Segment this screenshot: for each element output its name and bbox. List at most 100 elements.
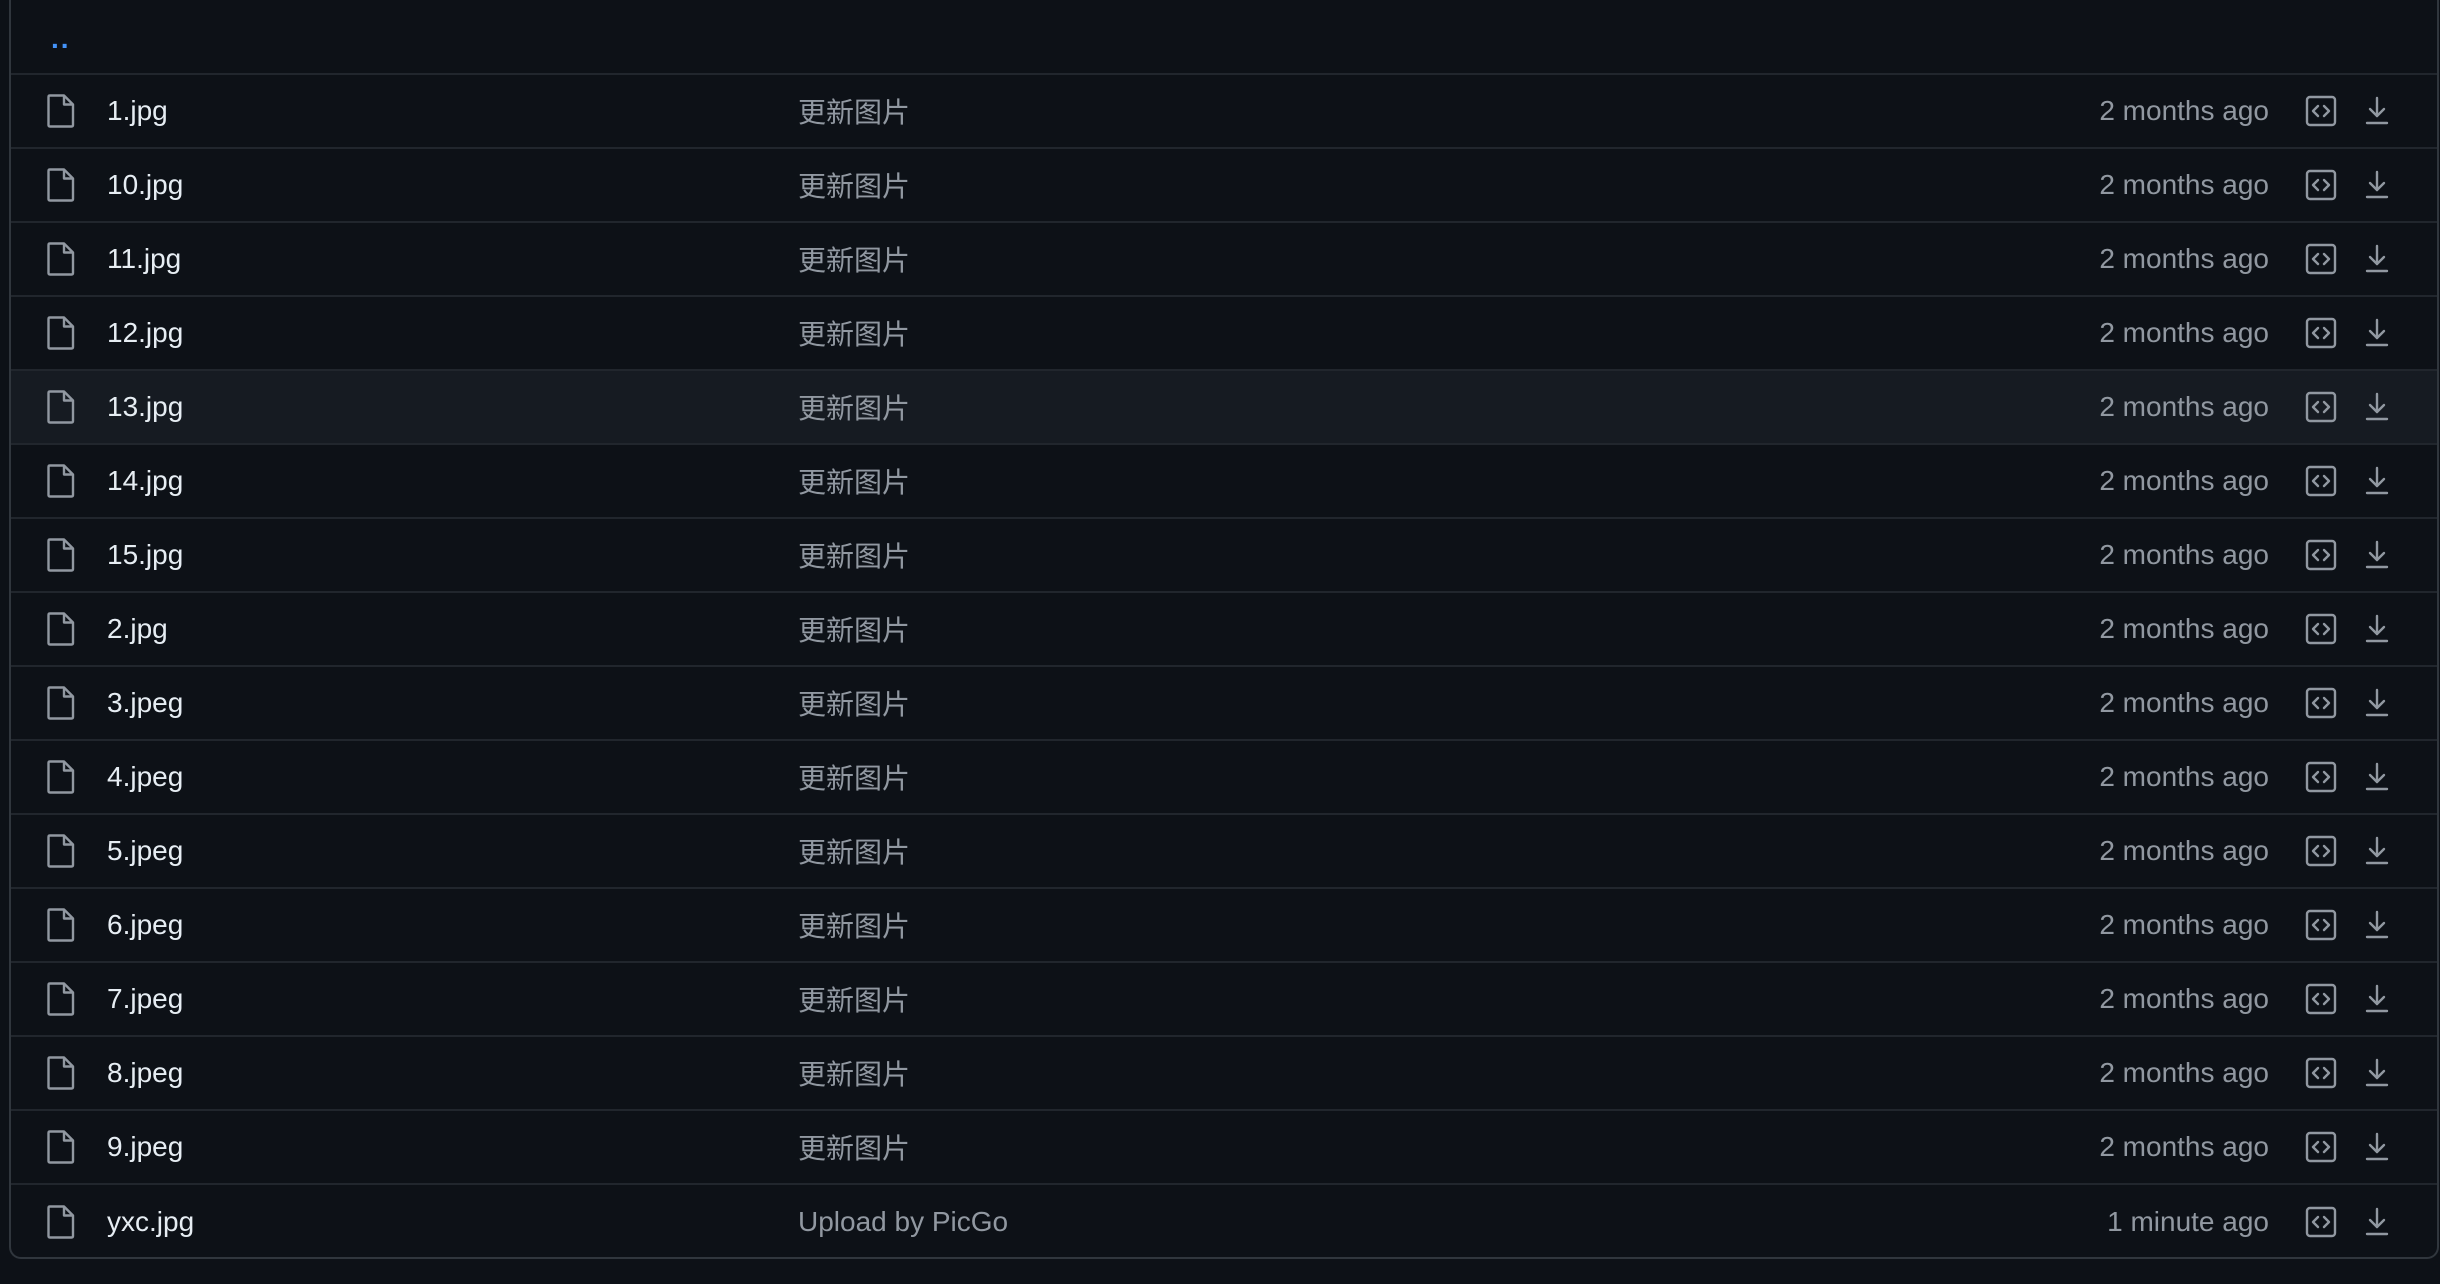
file-name-link[interactable]: 6.jpeg (107, 909, 183, 941)
view-code-button[interactable] (2301, 387, 2341, 427)
file-row[interactable]: 6.jpeg 更新图片 2 months ago (11, 889, 2437, 963)
view-code-button[interactable] (2301, 1053, 2341, 1093)
file-icon (45, 390, 75, 424)
commit-message-link[interactable]: 更新图片 (798, 535, 910, 575)
commit-message-link[interactable]: 更新图片 (798, 165, 910, 205)
file-name-link[interactable]: 4.jpeg (107, 761, 183, 793)
file-row[interactable]: 2.jpg 更新图片 2 months ago (11, 593, 2437, 667)
file-row[interactable]: yxc.jpg Upload by PicGo 1 minute ago (11, 1185, 2437, 1257)
view-code-button[interactable] (2301, 831, 2341, 871)
file-name-link[interactable]: 10.jpg (107, 169, 183, 201)
view-code-button[interactable] (2301, 979, 2341, 1019)
download-button[interactable] (2357, 165, 2397, 205)
last-updated-time: 2 months ago (2099, 95, 2269, 126)
view-code-button[interactable] (2301, 535, 2341, 575)
download-button[interactable] (2357, 387, 2397, 427)
download-button[interactable] (2357, 905, 2397, 945)
file-name-link[interactable]: 9.jpeg (107, 1131, 183, 1163)
download-button[interactable] (2357, 461, 2397, 501)
download-button[interactable] (2357, 91, 2397, 131)
file-name-link[interactable]: 7.jpeg (107, 983, 183, 1015)
view-code-button[interactable] (2301, 461, 2341, 501)
file-name-link[interactable]: 8.jpeg (107, 1057, 183, 1089)
file-name-link[interactable]: yxc.jpg (107, 1206, 194, 1238)
view-code-button[interactable] (2301, 757, 2341, 797)
code-square-icon (2305, 835, 2337, 867)
download-button[interactable] (2357, 1127, 2397, 1167)
download-icon (2364, 466, 2390, 496)
download-button[interactable] (2357, 313, 2397, 353)
commit-message-link[interactable]: 更新图片 (798, 1127, 910, 1167)
commit-message-link[interactable]: 更新图片 (798, 757, 910, 797)
commit-message-link[interactable]: 更新图片 (798, 313, 910, 353)
code-square-icon (2305, 983, 2337, 1015)
commit-message-link[interactable]: Upload by PicGo (798, 1206, 1008, 1238)
code-square-icon (2305, 465, 2337, 497)
view-code-button[interactable] (2301, 239, 2341, 279)
file-name-link[interactable]: 1.jpg (107, 95, 168, 127)
file-name-link[interactable]: 2.jpg (107, 613, 168, 645)
download-button[interactable] (2357, 831, 2397, 871)
file-row[interactable]: 10.jpg 更新图片 2 months ago (11, 149, 2437, 223)
last-updated-time: 2 months ago (2099, 465, 2269, 496)
file-row[interactable]: 9.jpeg 更新图片 2 months ago (11, 1111, 2437, 1185)
download-button[interactable] (2357, 609, 2397, 649)
code-square-icon (2305, 95, 2337, 127)
parent-directory-link[interactable]: .. (51, 24, 71, 53)
download-icon (2364, 318, 2390, 348)
commit-message-link[interactable]: 更新图片 (798, 979, 910, 1019)
file-name-link[interactable]: 14.jpg (107, 465, 183, 497)
file-row[interactable]: 12.jpg 更新图片 2 months ago (11, 297, 2437, 371)
file-row[interactable]: 3.jpeg 更新图片 2 months ago (11, 667, 2437, 741)
file-icon (45, 1056, 75, 1090)
view-code-button[interactable] (2301, 91, 2341, 131)
commit-message-link[interactable]: 更新图片 (798, 461, 910, 501)
file-icon (45, 760, 75, 794)
code-square-icon (2305, 317, 2337, 349)
file-row[interactable]: 8.jpeg 更新图片 2 months ago (11, 1037, 2437, 1111)
file-name-link[interactable]: 12.jpg (107, 317, 183, 349)
download-button[interactable] (2357, 683, 2397, 723)
view-code-button[interactable] (2301, 165, 2341, 205)
file-name-link[interactable]: 5.jpeg (107, 835, 183, 867)
file-row[interactable]: 1.jpg 更新图片 2 months ago (11, 75, 2437, 149)
view-code-button[interactable] (2301, 609, 2341, 649)
file-row[interactable]: 4.jpeg 更新图片 2 months ago (11, 741, 2437, 815)
file-name-link[interactable]: 15.jpg (107, 539, 183, 571)
file-name-link[interactable]: 11.jpg (107, 243, 181, 275)
parent-directory-row[interactable]: .. (11, 0, 2437, 75)
download-button[interactable] (2357, 1053, 2397, 1093)
download-icon (2364, 762, 2390, 792)
file-name-link[interactable]: 3.jpeg (107, 687, 183, 719)
file-row[interactable]: 7.jpeg 更新图片 2 months ago (11, 963, 2437, 1037)
view-code-button[interactable] (2301, 1202, 2341, 1242)
download-button[interactable] (2357, 535, 2397, 575)
download-button[interactable] (2357, 757, 2397, 797)
file-row[interactable]: 14.jpg 更新图片 2 months ago (11, 445, 2437, 519)
download-icon (2364, 836, 2390, 866)
view-code-button[interactable] (2301, 1127, 2341, 1167)
commit-message-link[interactable]: 更新图片 (798, 1053, 910, 1093)
file-icon (45, 982, 75, 1016)
commit-message-link[interactable]: 更新图片 (798, 831, 910, 871)
commit-message-link[interactable]: 更新图片 (798, 239, 910, 279)
view-code-button[interactable] (2301, 683, 2341, 723)
code-square-icon (2305, 539, 2337, 571)
file-row[interactable]: 5.jpeg 更新图片 2 months ago (11, 815, 2437, 889)
file-row[interactable]: 13.jpg 更新图片 2 months ago (11, 371, 2437, 445)
view-code-button[interactable] (2301, 313, 2341, 353)
file-name-link[interactable]: 13.jpg (107, 391, 183, 423)
download-button[interactable] (2357, 1202, 2397, 1242)
commit-message-link[interactable]: 更新图片 (798, 387, 910, 427)
commit-message-link[interactable]: 更新图片 (798, 683, 910, 723)
download-icon (2364, 170, 2390, 200)
view-code-button[interactable] (2301, 905, 2341, 945)
file-row[interactable]: 11.jpg 更新图片 2 months ago (11, 223, 2437, 297)
commit-message-link[interactable]: 更新图片 (798, 609, 910, 649)
download-button[interactable] (2357, 239, 2397, 279)
last-updated-time: 2 months ago (2099, 613, 2269, 644)
commit-message-link[interactable]: 更新图片 (798, 91, 910, 131)
file-row[interactable]: 15.jpg 更新图片 2 months ago (11, 519, 2437, 593)
commit-message-link[interactable]: 更新图片 (798, 905, 910, 945)
download-button[interactable] (2357, 979, 2397, 1019)
